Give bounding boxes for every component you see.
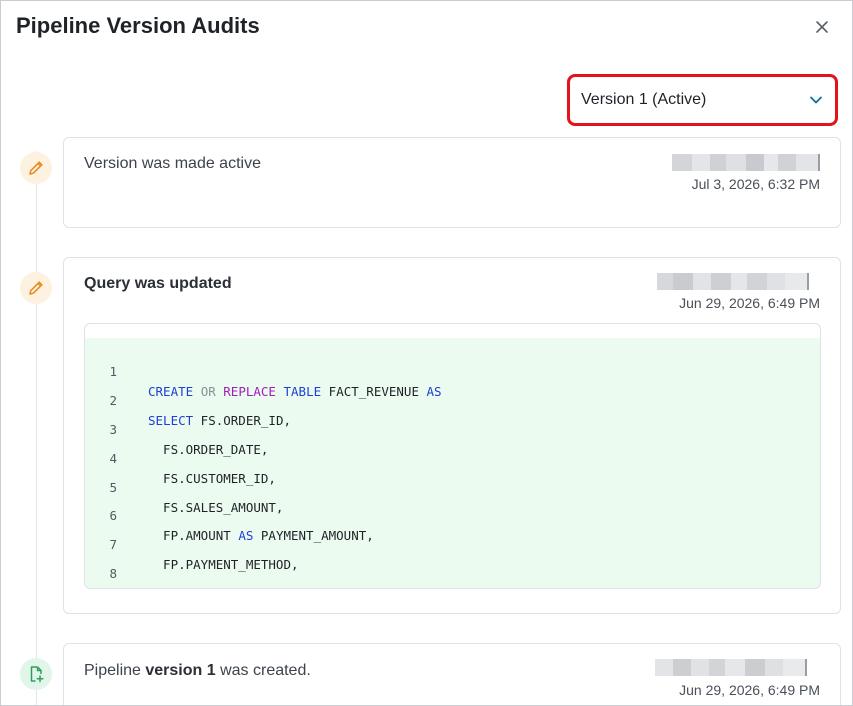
pencil-icon (29, 161, 43, 175)
event-date: Jun 29, 2026, 6:49 PM (679, 295, 820, 311)
code-line: 9 FROM FACT_SALES FS (85, 573, 820, 588)
code-line: 7 FP.PAYMENT_METHOD, (85, 515, 820, 572)
close-button[interactable] (810, 15, 834, 39)
code-line: 8 FS.SALES_AMOUNT - FP.AMOUNT AS PAYMENT… (85, 544, 820, 588)
timeline-marker-edit (20, 152, 52, 184)
event-title-prefix: Pipeline (84, 662, 146, 679)
version-select[interactable]: Version 1 (Active) (567, 74, 838, 126)
close-icon (816, 21, 828, 33)
event-title: Pipeline version 1 was created. (84, 662, 311, 680)
code-line: 6 FP.AMOUNT AS PAYMENT_AMOUNT, (85, 486, 820, 543)
audit-event-card: Query was updated Jun 29, 2026, 6:49 PM … (63, 257, 841, 614)
pencil-icon (29, 281, 43, 295)
event-date: Jul 3, 2026, 6:32 PM (691, 176, 820, 192)
code-line: 2 SELECT FS.ORDER_ID, (85, 371, 820, 428)
code-line: 1 CREATE OR REPLACE TABLE FACT_REVENUE A… (85, 342, 820, 399)
timeline-marker-create (20, 658, 52, 690)
redacted-user (657, 273, 809, 290)
event-title: Version was made active (84, 155, 261, 172)
audit-dialog: Pipeline Version Audits Version 1 (Activ… (0, 0, 853, 706)
code-line: 4 FS.CUSTOMER_ID, (85, 429, 820, 486)
dialog-title: Pipeline Version Audits (16, 13, 260, 38)
timeline-line (36, 151, 37, 705)
added-lines-block: 1 CREATE OR REPLACE TABLE FACT_REVENUE A… (85, 338, 820, 588)
event-title-suffix: was created. (215, 662, 311, 679)
version-select-value: Version 1 (Active) (581, 91, 707, 108)
redacted-user (672, 154, 820, 171)
event-date: Jun 29, 2026, 6:49 PM (679, 682, 820, 698)
event-title: Query was updated (84, 275, 232, 292)
chevron-down-icon (810, 96, 822, 104)
event-title-version: version 1 (145, 662, 216, 679)
code-line: 3 FS.ORDER_DATE, (85, 400, 820, 457)
audit-event-card: Version was made active Jul 3, 2026, 6:3… (63, 137, 841, 228)
timeline-marker-edit (20, 272, 52, 304)
code-line: 5 FS.SALES_AMOUNT, (85, 458, 820, 515)
query-diff-viewer[interactable]: 1 CREATE OR REPLACE TABLE FACT_REVENUE A… (84, 323, 821, 589)
audit-event-card: Pipeline version 1 was created. Jun 29, … (63, 643, 841, 705)
file-plus-icon (30, 666, 44, 683)
redacted-user (655, 659, 807, 676)
